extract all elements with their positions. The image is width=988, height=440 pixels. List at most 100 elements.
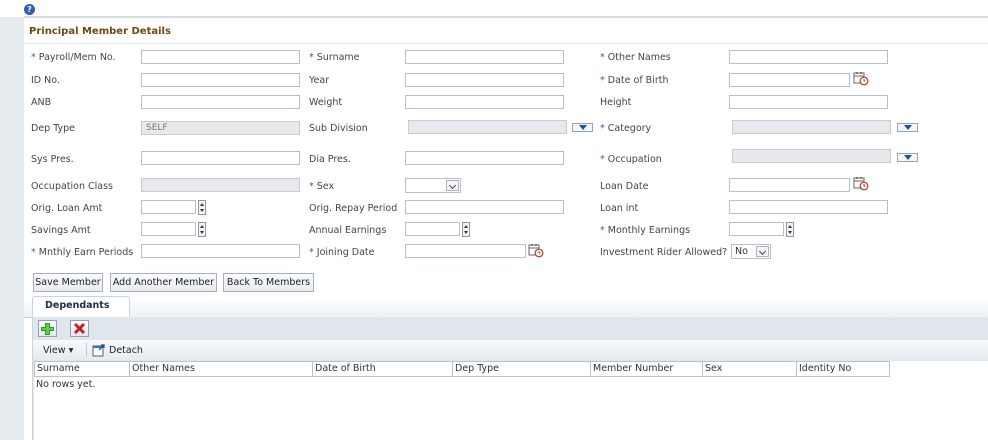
dob-input[interactable] bbox=[729, 73, 850, 87]
savings-amt-input[interactable] bbox=[141, 222, 196, 236]
orig-repay-period-label: Orig. Repay Period bbox=[309, 203, 398, 214]
detach-label[interactable]: Detach bbox=[109, 345, 143, 356]
add-another-member-button[interactable]: Add Another Member bbox=[110, 273, 217, 292]
occupation-dropdown-icon[interactable] bbox=[897, 153, 918, 162]
payroll-label: * Payroll/Mem No. bbox=[31, 52, 116, 63]
joining-date-label: * Joining Date bbox=[309, 247, 374, 258]
investment-rider-select[interactable]: No bbox=[731, 244, 771, 259]
calendar-icon[interactable] bbox=[853, 71, 869, 86]
required-marker: * bbox=[600, 154, 605, 165]
back-to-members-button[interactable]: Back To Members bbox=[223, 273, 314, 292]
required-marker: * bbox=[600, 52, 605, 63]
dia-pres-input[interactable] bbox=[405, 151, 564, 165]
column-header-sex[interactable]: Sex bbox=[703, 362, 797, 376]
id-no-input[interactable] bbox=[141, 73, 300, 87]
sys-pres-input[interactable] bbox=[141, 151, 300, 165]
sex-select[interactable] bbox=[405, 178, 461, 193]
surname-label-text: Surname bbox=[316, 52, 360, 63]
spinner-icon[interactable] bbox=[786, 222, 794, 237]
plus-icon bbox=[41, 323, 54, 335]
orig-loan-amt-input[interactable] bbox=[141, 200, 196, 214]
required-marker: * bbox=[600, 225, 605, 236]
height-input[interactable] bbox=[729, 95, 888, 109]
delete-dependant-button[interactable] bbox=[70, 320, 89, 337]
anb-input[interactable] bbox=[141, 95, 300, 109]
sex-label-text: Sex bbox=[316, 181, 335, 192]
dob-label: * Date of Birth bbox=[600, 75, 669, 86]
dependants-tab-bar bbox=[24, 297, 988, 318]
tab-dependants[interactable]: Dependants bbox=[32, 296, 130, 317]
help-icon[interactable]: ? bbox=[24, 4, 35, 15]
dependants-panel: View ▾ Detach Surname Other Names Date o… bbox=[32, 317, 988, 440]
sub-division-select[interactable] bbox=[408, 120, 567, 134]
column-header-surname[interactable]: Surname bbox=[35, 362, 130, 376]
dep-type-field: SELF bbox=[141, 121, 300, 135]
monthly-earnings-input[interactable] bbox=[729, 222, 784, 236]
annual-earnings-label: Annual Earnings bbox=[309, 225, 387, 236]
required-marker: * bbox=[31, 247, 36, 258]
empty-table-message: No rows yet. bbox=[36, 379, 96, 390]
dob-label-text: Date of Birth bbox=[607, 75, 669, 86]
chevron-down-icon[interactable] bbox=[446, 180, 459, 191]
spinner-icon[interactable] bbox=[198, 222, 206, 237]
other-names-label-text: Other Names bbox=[607, 52, 671, 63]
occupation-class-field bbox=[141, 178, 300, 192]
sub-division-dropdown-icon[interactable] bbox=[572, 123, 593, 132]
required-marker: * bbox=[31, 52, 36, 63]
chevron-down-icon[interactable] bbox=[756, 246, 769, 257]
table-header-row: Surname Other Names Date of Birth Dep Ty… bbox=[34, 361, 890, 377]
column-header-other-names[interactable]: Other Names bbox=[130, 362, 313, 376]
column-header-member-number[interactable]: Member Number bbox=[591, 362, 703, 376]
occupation-label-text: Occupation bbox=[607, 154, 662, 165]
sex-label: * Sex bbox=[309, 181, 334, 192]
required-marker: * bbox=[309, 181, 314, 192]
section-title: Principal Member Details bbox=[29, 26, 171, 37]
occupation-class-label: Occupation Class bbox=[31, 181, 114, 192]
surname-input[interactable] bbox=[405, 50, 564, 64]
add-dependant-button[interactable] bbox=[38, 320, 57, 337]
dependants-table: Surname Other Names Date of Birth Dep Ty… bbox=[34, 361, 988, 440]
investment-rider-value: No bbox=[735, 246, 748, 257]
other-names-input[interactable] bbox=[729, 50, 888, 64]
weight-input[interactable] bbox=[405, 95, 564, 109]
dia-pres-label: Dia Pres. bbox=[309, 154, 351, 165]
occupation-select[interactable] bbox=[732, 149, 891, 163]
orig-loan-amt-label: Orig. Loan Amt bbox=[31, 203, 103, 214]
toolbar-separator bbox=[86, 343, 87, 357]
loan-int-input[interactable] bbox=[729, 200, 888, 214]
anb-label: ANB bbox=[31, 97, 52, 108]
category-dropdown-icon[interactable] bbox=[897, 123, 918, 132]
detach-icon[interactable] bbox=[92, 343, 106, 357]
left-rail bbox=[0, 17, 25, 440]
savings-amt-label: Savings Amt bbox=[31, 225, 91, 236]
category-label-text: Category bbox=[607, 123, 652, 134]
spinner-icon[interactable] bbox=[198, 200, 206, 215]
calendar-icon[interactable] bbox=[528, 243, 544, 258]
principal-member-section: Principal Member Details * Payroll/Mem N… bbox=[24, 18, 988, 440]
joining-date-input[interactable] bbox=[405, 244, 526, 258]
category-select[interactable] bbox=[732, 120, 891, 134]
other-names-label: * Other Names bbox=[600, 52, 671, 63]
orig-repay-period-input[interactable] bbox=[405, 200, 564, 214]
investment-rider-label: Investment Rider Allowed? bbox=[600, 247, 728, 258]
save-member-button[interactable]: Save Member bbox=[33, 273, 103, 292]
column-header-identity-no[interactable]: Identity No bbox=[797, 362, 890, 376]
delete-icon bbox=[73, 322, 86, 335]
height-label: Height bbox=[600, 97, 632, 108]
column-header-date-of-birth[interactable]: Date of Birth bbox=[313, 362, 453, 376]
monthly-earnings-label-text: Monthly Earnings bbox=[607, 225, 691, 236]
view-menu[interactable]: View ▾ bbox=[43, 345, 73, 356]
year-label: Year bbox=[309, 75, 330, 86]
mnthly-earn-periods-input[interactable] bbox=[141, 244, 300, 258]
calendar-icon[interactable] bbox=[853, 176, 869, 191]
view-toolbar: View ▾ Detach bbox=[33, 340, 988, 360]
payroll-input[interactable] bbox=[141, 50, 300, 64]
spinner-icon[interactable] bbox=[462, 222, 470, 237]
sys-pres-label: Sys Pres. bbox=[31, 154, 74, 165]
column-header-dep-type[interactable]: Dep Type bbox=[453, 362, 591, 376]
title-divider bbox=[24, 43, 988, 44]
annual-earnings-input[interactable] bbox=[405, 222, 460, 236]
year-input[interactable] bbox=[405, 73, 564, 87]
loan-date-input[interactable] bbox=[729, 178, 850, 192]
category-label: * Category bbox=[600, 123, 651, 134]
